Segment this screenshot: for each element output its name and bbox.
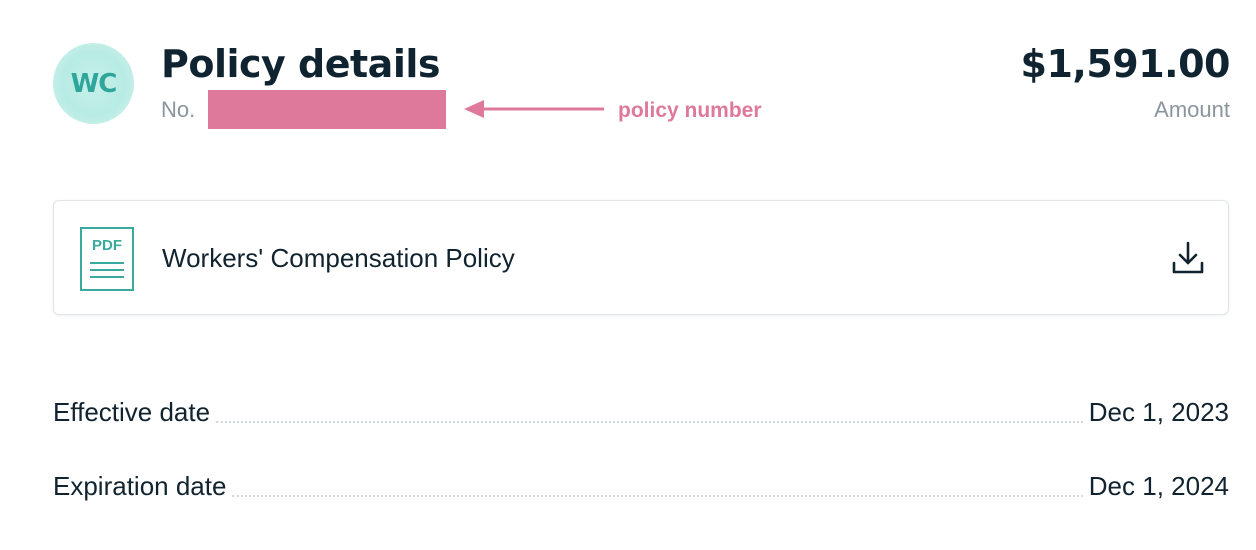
annotation-label: policy number: [618, 99, 762, 122]
policy-type-avatar: WC: [53, 43, 134, 124]
arrow-left-icon: [464, 100, 604, 118]
policy-number-label: No.: [161, 97, 196, 122]
effective-date-value: Dec 1, 2023: [1088, 397, 1229, 427]
amount-label: Amount: [1154, 97, 1230, 122]
pdf-file-icon: PDF: [80, 227, 134, 291]
dotted-leader: [216, 420, 1083, 423]
page-title: Policy details: [161, 42, 440, 86]
dotted-leader: [232, 494, 1083, 497]
document-name: Workers' Compensation Policy: [162, 243, 515, 273]
expiration-date-row: Expiration date Dec 1, 2024: [53, 467, 1229, 503]
policy-document-card[interactable]: PDF Workers' Compensation Policy: [53, 200, 1229, 315]
avatar-initials: WC: [70, 68, 118, 99]
expiration-date-value: Dec 1, 2024: [1088, 471, 1229, 501]
expiration-date-label: Expiration date: [53, 471, 227, 501]
pdf-icon-label: PDF: [92, 237, 122, 254]
download-icon[interactable]: [1170, 239, 1206, 277]
policy-details-page: WC Policy details No. policy number $1,5…: [0, 0, 1256, 550]
effective-date-row: Effective date Dec 1, 2023: [53, 393, 1229, 429]
effective-date-label: Effective date: [53, 397, 211, 427]
policy-amount: $1,591.00: [1020, 42, 1231, 86]
redacted-policy-number: [208, 90, 446, 129]
